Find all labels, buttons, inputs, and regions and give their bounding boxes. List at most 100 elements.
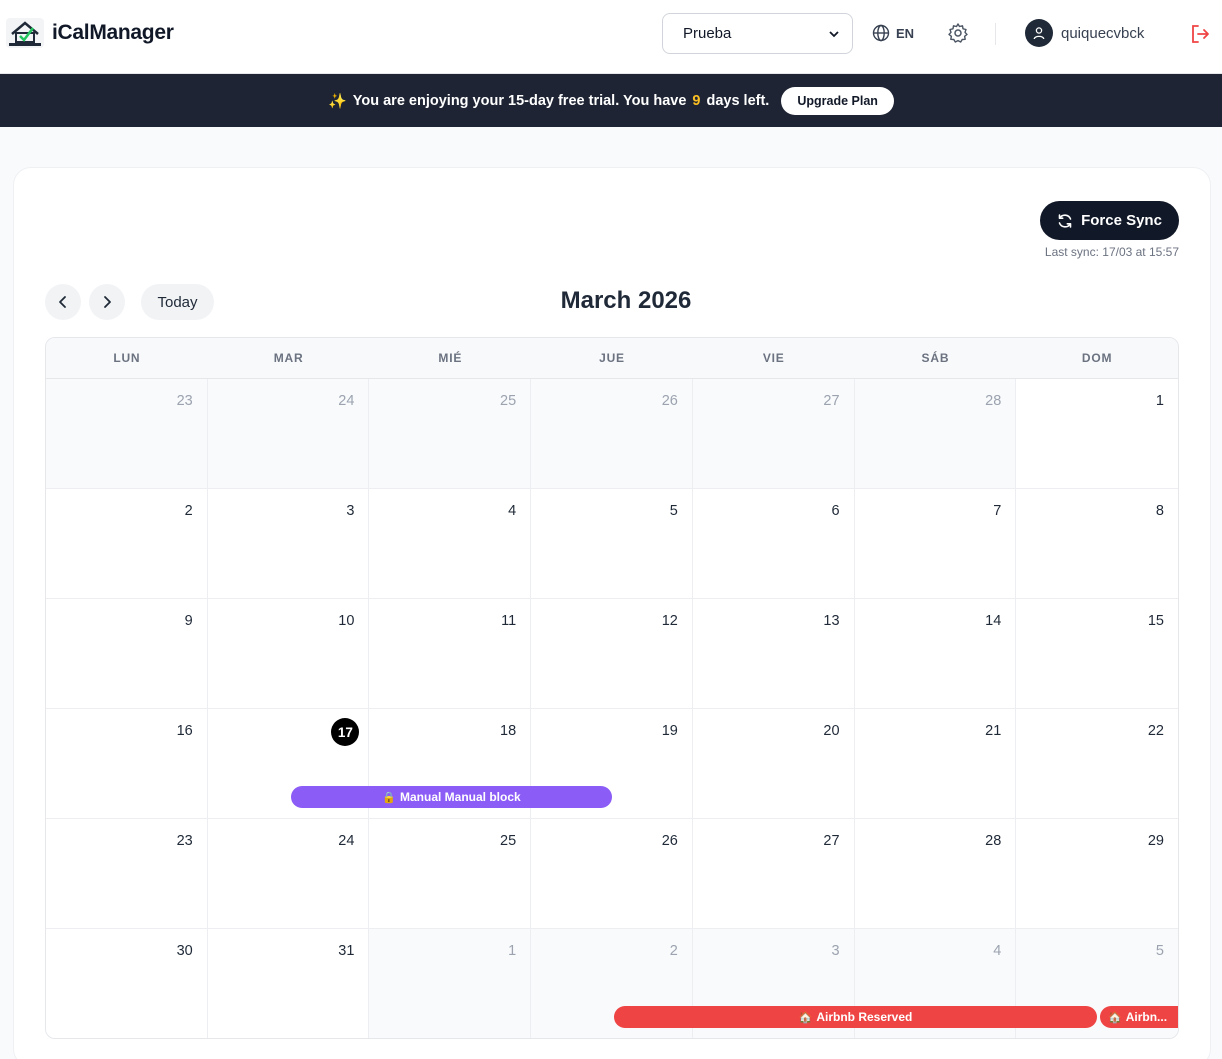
header-divider (995, 23, 996, 45)
language-switcher[interactable]: EN (872, 22, 914, 44)
day-cell[interactable]: 27 (692, 379, 855, 489)
event-airbnb-reserved-continued[interactable]: 🏠 Airbn... (1100, 1006, 1178, 1028)
day-cell[interactable]: 10 (207, 599, 370, 709)
day-cell[interactable]: 24 (207, 819, 370, 929)
day-number: 31 (338, 943, 355, 959)
day-cell[interactable]: 30 (46, 929, 208, 1038)
day-number: 7 (993, 503, 1002, 519)
weekday-label: JUE (599, 351, 625, 365)
day-cell[interactable]: 31 (207, 929, 370, 1038)
sparkles-icon: ✨ (328, 92, 347, 110)
day-number: 8 (1155, 503, 1164, 519)
day-cell[interactable]: 12 (531, 599, 693, 709)
day-number: 19 (661, 723, 678, 739)
username[interactable]: quiquecvbck (1061, 25, 1144, 42)
event-airbnb-reserved[interactable]: 🏠 Airbnb Reserved (614, 1006, 1097, 1028)
top-header: iCalManager Prueba EN quiquecvbck (0, 0, 1222, 74)
trial-text-after: days left. (706, 92, 770, 109)
day-cell[interactable]: 24 (207, 379, 370, 489)
day-cell[interactable]: 6 (692, 489, 855, 599)
day-cell[interactable]: 29 (1016, 819, 1178, 929)
event-label: Airbn... (1125, 1010, 1168, 1024)
property-select[interactable]: Prueba (662, 13, 853, 54)
day-number: 13 (823, 613, 840, 629)
day-cell[interactable]: 23 (46, 379, 208, 489)
day-cell[interactable]: 22 (1016, 709, 1178, 819)
day-cell[interactable]: 27 (692, 819, 855, 929)
weekday-header: LUN MAR MIÉ JUE VIE SÁB DOM (46, 338, 1178, 379)
day-cell[interactable]: 13 (692, 599, 855, 709)
day-cell[interactable]: 7 (854, 489, 1017, 599)
day-number: 25 (500, 393, 517, 409)
day-number: 26 (661, 393, 678, 409)
day-number: 18 (500, 723, 517, 739)
weekday-label: MAR (273, 351, 304, 365)
trial-days-left: 9 (692, 92, 701, 109)
day-number: 2 (669, 943, 678, 959)
app-logo-icon (6, 18, 44, 48)
day-cell[interactable]: 26 (531, 379, 693, 489)
day-number: 5 (1155, 943, 1164, 959)
day-number: 27 (823, 833, 840, 849)
day-cell[interactable]: 5 (531, 489, 693, 599)
day-cell[interactable]: 25 (369, 379, 532, 489)
chevron-down-icon (829, 30, 839, 37)
day-number: 12 (661, 613, 678, 629)
last-sync-text: Last sync: 17/03 at 15:57 (1044, 245, 1179, 259)
language-label: EN (896, 25, 915, 41)
day-number: 4 (993, 943, 1002, 959)
app-title: iCalManager (52, 21, 174, 44)
day-cell[interactable]: 4 (369, 489, 532, 599)
day-cell[interactable]: 1 (369, 929, 532, 1038)
day-cell[interactable]: 16 (46, 709, 208, 819)
day-number: 11 (501, 613, 517, 629)
day-number: 24 (338, 393, 355, 409)
today-button[interactable]: Today (141, 284, 214, 320)
day-number: 1 (508, 943, 517, 959)
day-cell[interactable]: 8 (1016, 489, 1178, 599)
day-cell[interactable]: 20 (692, 709, 855, 819)
day-number: 25 (500, 833, 517, 849)
day-cell[interactable]: 28 (854, 379, 1017, 489)
weekday-label: SÁB (921, 351, 950, 365)
day-number: 29 (1147, 833, 1164, 849)
event-manual-block[interactable]: 🔒 Manual Manual block (291, 786, 612, 808)
day-number: 24 (338, 833, 355, 849)
day-number: 16 (176, 723, 193, 739)
day-cell[interactable]: 21 (854, 709, 1017, 819)
prev-month-button[interactable] (45, 284, 81, 320)
month-calendar: LUN MAR MIÉ JUE VIE SÁB DOM 23 24 25 26 27 28 1 2 3 4 5 6… (45, 337, 1179, 1039)
day-cell[interactable]: 2 (46, 489, 208, 599)
day-number: 4 (508, 503, 517, 519)
gear-icon[interactable] (946, 21, 970, 45)
upgrade-plan-button[interactable]: Upgrade Plan (781, 86, 894, 115)
refresh-icon (1058, 213, 1072, 228)
chevron-right-icon (104, 296, 111, 308)
day-number: 9 (184, 613, 193, 629)
globe-icon (872, 24, 890, 42)
calendar-grid: 23 24 25 26 27 28 1 2 3 4 5 6 7 8 9 10 11 12 13 14 15 16 17 18 1… (46, 379, 1178, 1038)
day-number: 30 (176, 943, 193, 959)
day-number: 27 (823, 393, 840, 409)
logout-icon[interactable] (1188, 22, 1212, 46)
day-number: 6 (831, 503, 840, 519)
day-number: 26 (661, 833, 678, 849)
day-cell[interactable]: 25 (369, 819, 532, 929)
day-cell[interactable]: 26 (531, 819, 693, 929)
day-cell[interactable]: 28 (854, 819, 1017, 929)
force-sync-button[interactable]: Force Sync (1040, 201, 1179, 240)
day-cell[interactable]: 9 (46, 599, 208, 709)
day-cell[interactable]: 15 (1016, 599, 1178, 709)
day-cell[interactable]: 11 (369, 599, 532, 709)
day-cell[interactable]: 14 (854, 599, 1017, 709)
day-number: 23 (176, 393, 193, 409)
day-number: 15 (1147, 613, 1164, 629)
day-number: 28 (985, 393, 1002, 409)
day-number: 2 (184, 503, 193, 519)
day-cell[interactable]: 1 (1016, 379, 1178, 489)
next-month-button[interactable] (89, 284, 125, 320)
day-cell[interactable]: 23 (46, 819, 208, 929)
avatar[interactable] (1025, 19, 1053, 47)
day-cell[interactable]: 3 (207, 489, 370, 599)
event-label: Manual Manual block (400, 790, 521, 804)
